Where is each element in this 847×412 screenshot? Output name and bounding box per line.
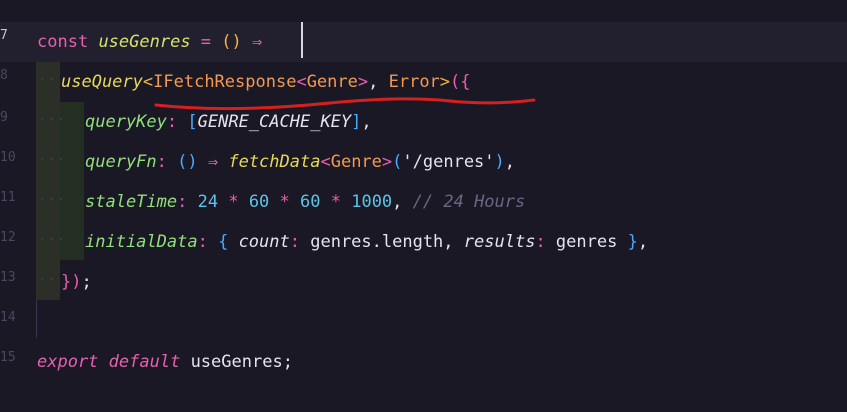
comment-24-hours: // 24 Hours xyxy=(412,192,526,212)
identifier-useGenres: useGenres xyxy=(180,352,283,372)
identifier-genres: genres xyxy=(555,232,618,252)
property-staleTime: staleTime xyxy=(85,192,178,212)
close-bracket: ] xyxy=(351,112,362,132)
angle-bracket: < xyxy=(296,72,307,92)
close-paren: ) xyxy=(494,152,505,172)
number: 1000 xyxy=(351,192,393,212)
keyword-default: default xyxy=(108,352,181,372)
code-line-4[interactable]: queryFn: () ⇒ fetchData<Genre>('/genres'… xyxy=(85,142,515,182)
semicolon: ; xyxy=(282,352,293,372)
operator-multiply: * xyxy=(320,192,352,212)
operator-multiply: * xyxy=(269,192,301,212)
whitespace-dots: ··· xyxy=(38,152,67,168)
open-brace: { xyxy=(218,232,239,252)
angle-bracket: > xyxy=(381,152,393,172)
type-Genre: Genre xyxy=(330,152,382,172)
arrow-operator: ⇒ xyxy=(241,32,263,52)
comma: , xyxy=(368,72,389,92)
number: 60 xyxy=(300,192,321,212)
line-number: 12 xyxy=(0,230,16,245)
keyword-const: const xyxy=(37,32,89,52)
comma: , xyxy=(392,192,413,212)
colon: : xyxy=(197,232,219,252)
line-number: 7 xyxy=(0,28,8,43)
angle-bracket: > xyxy=(357,72,369,92)
property-count: count xyxy=(238,232,290,252)
colon: : xyxy=(289,232,311,252)
comma: , xyxy=(361,112,372,132)
expression-genres-length: genres.length xyxy=(310,232,444,252)
line-number: 9 xyxy=(0,110,8,125)
type-Genre: Genre xyxy=(306,72,358,92)
code-line-7[interactable]: }); xyxy=(61,262,92,302)
whitespace-dots: ··· xyxy=(38,232,67,248)
string-genres: '/genres' xyxy=(402,152,495,172)
line-number: 11 xyxy=(0,190,16,205)
code-editor[interactable]: 7 8 9 10 11 12 13 14 15 ·· ··· ··· ··· ·… xyxy=(0,0,847,412)
line-number: 10 xyxy=(0,150,16,165)
arrow-operator: ⇒ xyxy=(197,152,229,172)
angle-bracket: < xyxy=(320,152,331,172)
line-number-gutter: 7 8 9 10 11 12 13 14 15 xyxy=(0,0,30,412)
line-number: 15 xyxy=(0,350,16,365)
indent-guide-line xyxy=(36,300,37,338)
line-number: 8 xyxy=(0,68,8,83)
parens: () xyxy=(221,32,242,52)
code-line-9[interactable]: export default useGenres; xyxy=(37,342,293,382)
number: 24 xyxy=(197,192,219,212)
whitespace-dots: ·· xyxy=(38,72,57,88)
open-bracket: [ xyxy=(187,112,198,132)
code-line-3[interactable]: queryKey: [GENRE_CACHE_KEY], xyxy=(85,102,372,142)
property-results: results xyxy=(463,232,536,252)
close-brace-paren: }) xyxy=(61,272,82,292)
operator-equals: = xyxy=(190,32,222,52)
code-line-5[interactable]: staleTime: 24 * 60 * 60 * 1000, // 24 Ho… xyxy=(85,182,525,222)
whitespace-dots: ··· xyxy=(38,192,67,208)
code-line-6[interactable]: initialData: { count: genres.length, res… xyxy=(85,222,648,262)
semicolon: ; xyxy=(81,272,92,292)
colon: : xyxy=(156,152,178,172)
code-line-1[interactable]: const useGenres = () ⇒ xyxy=(37,22,262,62)
text-cursor xyxy=(301,22,303,58)
open-brace: ({ xyxy=(450,72,471,92)
open-paren: ( xyxy=(392,152,403,172)
whitespace-dots: ·· xyxy=(38,272,57,288)
colon: : xyxy=(177,192,198,212)
function-useQuery: useQuery xyxy=(61,72,143,92)
constant-GENRE_CACHE_KEY: GENRE_CACHE_KEY xyxy=(197,112,352,132)
comma: , xyxy=(637,232,649,252)
close-brace: } xyxy=(617,232,638,252)
type-IFetchResponse: IFetchResponse xyxy=(153,72,297,92)
line-number: 13 xyxy=(0,270,16,285)
identifier-useGenres: useGenres xyxy=(98,32,191,52)
parens: () xyxy=(177,152,198,172)
line-number: 14 xyxy=(0,310,16,325)
property-initialData: initialData xyxy=(85,232,198,252)
comma: , xyxy=(504,152,516,172)
whitespace-dots: ··· xyxy=(38,112,67,128)
angle-bracket: > xyxy=(439,72,451,92)
comma: , xyxy=(443,232,464,252)
number: 60 xyxy=(248,192,270,212)
colon: : xyxy=(535,232,556,252)
operator-multiply: * xyxy=(218,192,249,212)
property-queryKey: queryKey xyxy=(85,112,167,132)
colon: : xyxy=(166,112,188,132)
keyword-export: export xyxy=(37,352,99,372)
function-fetchData: fetchData xyxy=(228,152,321,172)
property-queryFn: queryFn xyxy=(85,152,157,172)
type-Error: Error xyxy=(388,72,440,92)
angle-bracket: < xyxy=(142,72,154,92)
